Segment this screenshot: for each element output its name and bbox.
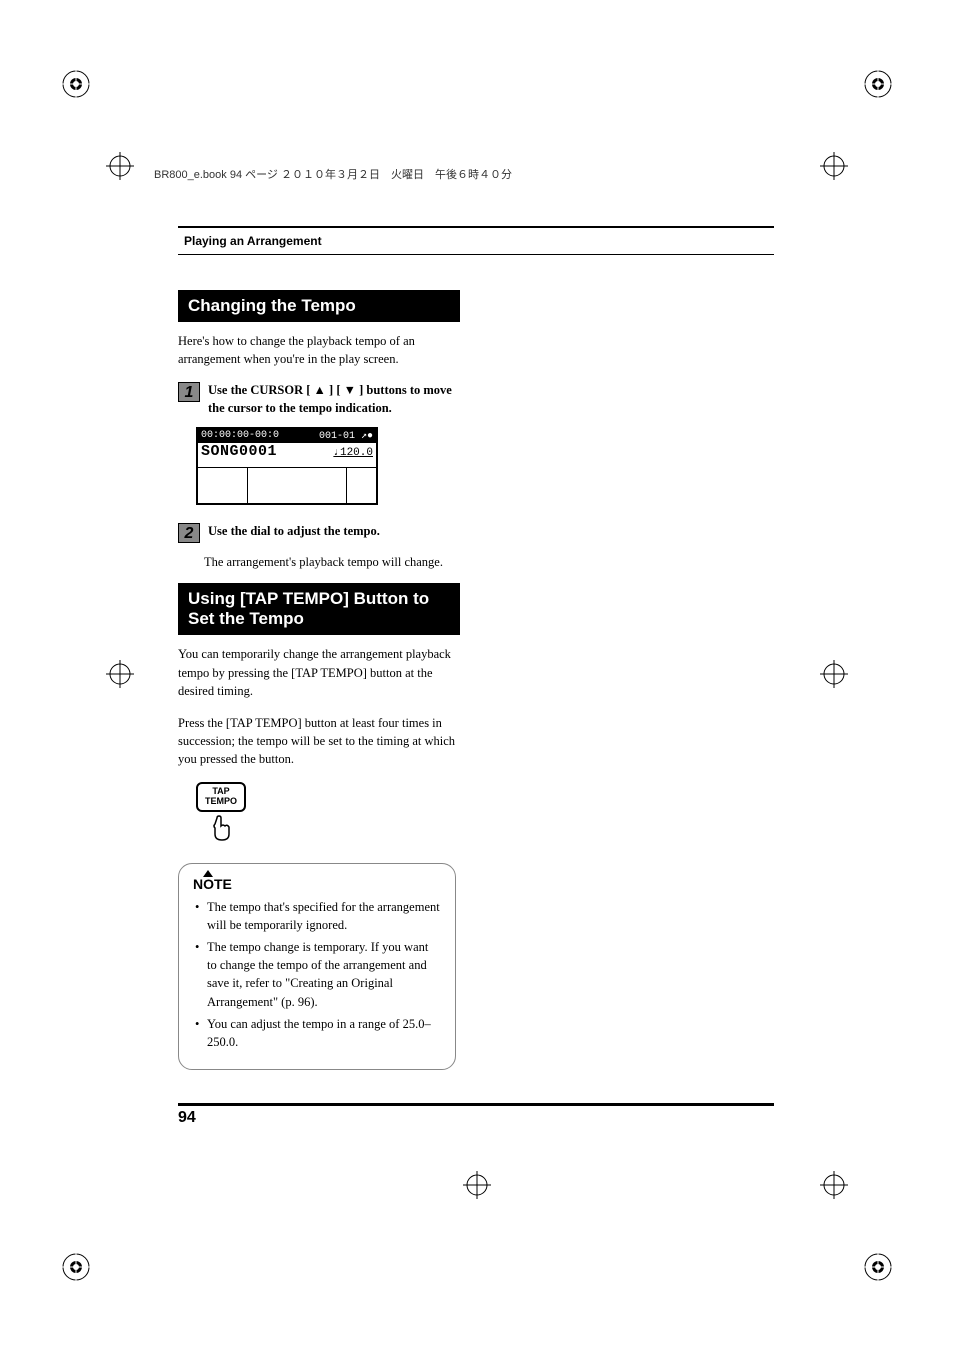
page-header-rule: Playing an Arrangement [178, 226, 774, 255]
book-header: BR800_e.book 94 ページ ２０１０年３月２日 火曜日 午後６時４０… [154, 166, 512, 182]
step-2: 2 Use the dial to adjust the tempo. [178, 523, 460, 543]
page-header-title: Playing an Arrangement [184, 234, 322, 248]
section-heading-changing-tempo: Changing the Tempo [178, 290, 460, 322]
section2-para1: You can temporarily change the arrangeme… [178, 645, 460, 699]
lcd-song-name: SONG0001 [201, 443, 277, 460]
crosshair-ml [106, 660, 134, 688]
note-list: The tempo that's specified for the arran… [193, 898, 441, 1051]
print-mark-bl [62, 1253, 90, 1281]
crosshair-mr [820, 660, 848, 688]
section-heading-tap-tempo: Using [TAP TEMPO] Button to Set the Temp… [178, 583, 460, 635]
note-item: The tempo that's specified for the arran… [207, 898, 441, 934]
crosshair-tr [820, 152, 848, 180]
crosshair-br [820, 1171, 848, 1199]
step-number-2: 2 [178, 523, 200, 543]
step-2-body: The arrangement's playback tempo will ch… [204, 553, 460, 571]
crosshair-b [463, 1171, 491, 1199]
lcd-tempo-value: ♩120.0 [333, 447, 373, 459]
lcd-display: 00:00:00-00:0 001-01 ↗● SONG0001 ♩120.0 [196, 427, 378, 505]
step-1-text: Use the CURSOR [ ▲ ] [ ▼ ] buttons to mo… [208, 382, 456, 417]
note-item: You can adjust the tempo in a range of 2… [207, 1015, 441, 1051]
note-box: NOTE The tempo that's specified for the … [178, 863, 456, 1070]
step-number-1: 1 [178, 382, 200, 402]
main-content: Changing the Tempo Here's how to change … [178, 290, 460, 1070]
crosshair-tl [106, 152, 134, 180]
lcd-time: 00:00:00-00:0 [201, 430, 279, 442]
tap-line2: TEMPO [200, 797, 242, 807]
section2-para2: Press the [TAP TEMPO] button at least fo… [178, 714, 460, 768]
lcd-measure: 001-01 ↗● [319, 430, 373, 442]
print-mark-tl [62, 70, 90, 98]
print-mark-br [864, 1253, 892, 1281]
note-title: NOTE [193, 876, 232, 892]
section1-intro: Here's how to change the playback tempo … [178, 332, 460, 368]
hand-press-icon [196, 814, 246, 847]
step-1: 1 Use the CURSOR [ ▲ ] [ ▼ ] buttons to … [178, 382, 460, 417]
tap-tempo-button-graphic: TAP TEMPO [196, 782, 246, 812]
page-footer-rule [178, 1103, 774, 1106]
page-number: 94 [178, 1109, 196, 1127]
print-mark-tr [864, 70, 892, 98]
lcd-track-grid [198, 467, 376, 503]
step-2-text: Use the dial to adjust the tempo. [208, 523, 456, 541]
tap-tempo-illustration: TAP TEMPO [196, 782, 246, 847]
note-item: The tempo change is temporary. If you wa… [207, 938, 441, 1011]
